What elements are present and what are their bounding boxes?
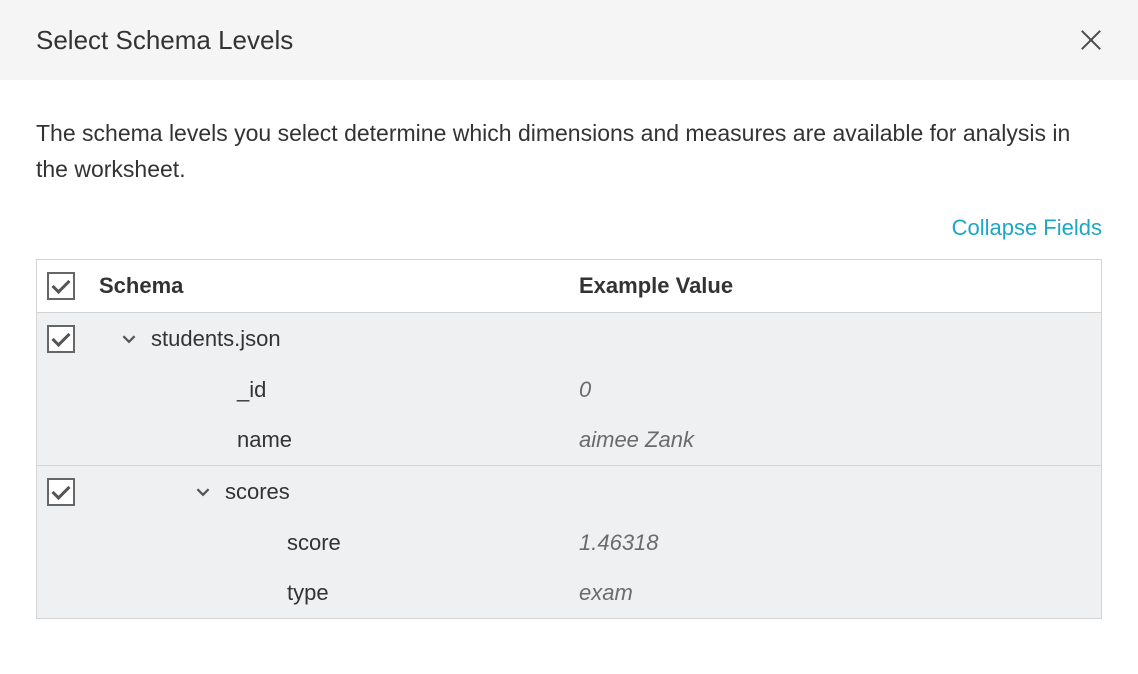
example-cell: exam	[579, 580, 1091, 606]
example-value: 0	[579, 377, 591, 402]
dialog-title: Select Schema Levels	[36, 25, 293, 56]
collapse-fields-container: Collapse Fields	[36, 215, 1102, 241]
field-row: name aimee Zank	[37, 415, 1101, 465]
example-value: 1.46318	[579, 530, 659, 555]
dialog-header: Select Schema Levels	[0, 0, 1138, 80]
schema-cell: _id	[99, 377, 579, 403]
chevron-down-icon[interactable]	[191, 480, 215, 504]
column-header-schema: Schema	[99, 273, 579, 299]
dialog-body: The schema levels you select determine w…	[0, 80, 1138, 619]
example-cell: 1.46318	[579, 530, 1091, 556]
schema-cell: students.json	[99, 326, 579, 352]
schema-cell: type	[99, 580, 579, 606]
dialog-description: The schema levels you select determine w…	[36, 116, 1102, 187]
column-header-example: Example Value	[579, 273, 1091, 299]
field-name: _id	[237, 377, 266, 403]
field-name: type	[287, 580, 329, 606]
example-value: aimee Zank	[579, 427, 694, 452]
schema-row-child[interactable]: scores	[37, 466, 1101, 518]
header-checkbox-cell	[47, 272, 99, 300]
select-all-checkbox[interactable]	[47, 272, 75, 300]
schema-name: students.json	[151, 326, 281, 352]
row-checkbox-cell	[47, 325, 99, 353]
schema-group-child: scores score 1.46318 type	[37, 466, 1101, 618]
schema-name: scores	[225, 479, 290, 505]
field-row: type exam	[37, 568, 1101, 618]
table-header-row: Schema Example Value	[37, 260, 1101, 313]
schema-cell: score	[99, 530, 579, 556]
collapse-fields-link[interactable]: Collapse Fields	[952, 215, 1102, 240]
row-checkbox-cell	[47, 478, 99, 506]
schema-cell: scores	[99, 479, 579, 505]
example-cell: 0	[579, 377, 1091, 403]
field-name: score	[287, 530, 341, 556]
field-name: name	[237, 427, 292, 453]
schema-row-root[interactable]: students.json	[37, 313, 1101, 365]
schema-group-root: students.json _id 0 name	[37, 313, 1101, 466]
close-icon[interactable]	[1080, 29, 1102, 51]
chevron-down-icon[interactable]	[117, 327, 141, 351]
field-row: _id 0	[37, 365, 1101, 415]
row-checkbox[interactable]	[47, 325, 75, 353]
row-checkbox[interactable]	[47, 478, 75, 506]
schema-cell: name	[99, 427, 579, 453]
example-cell: aimee Zank	[579, 427, 1091, 453]
schema-table: Schema Example Value students.json	[36, 259, 1102, 619]
field-row: score 1.46318	[37, 518, 1101, 568]
example-value: exam	[579, 580, 633, 605]
